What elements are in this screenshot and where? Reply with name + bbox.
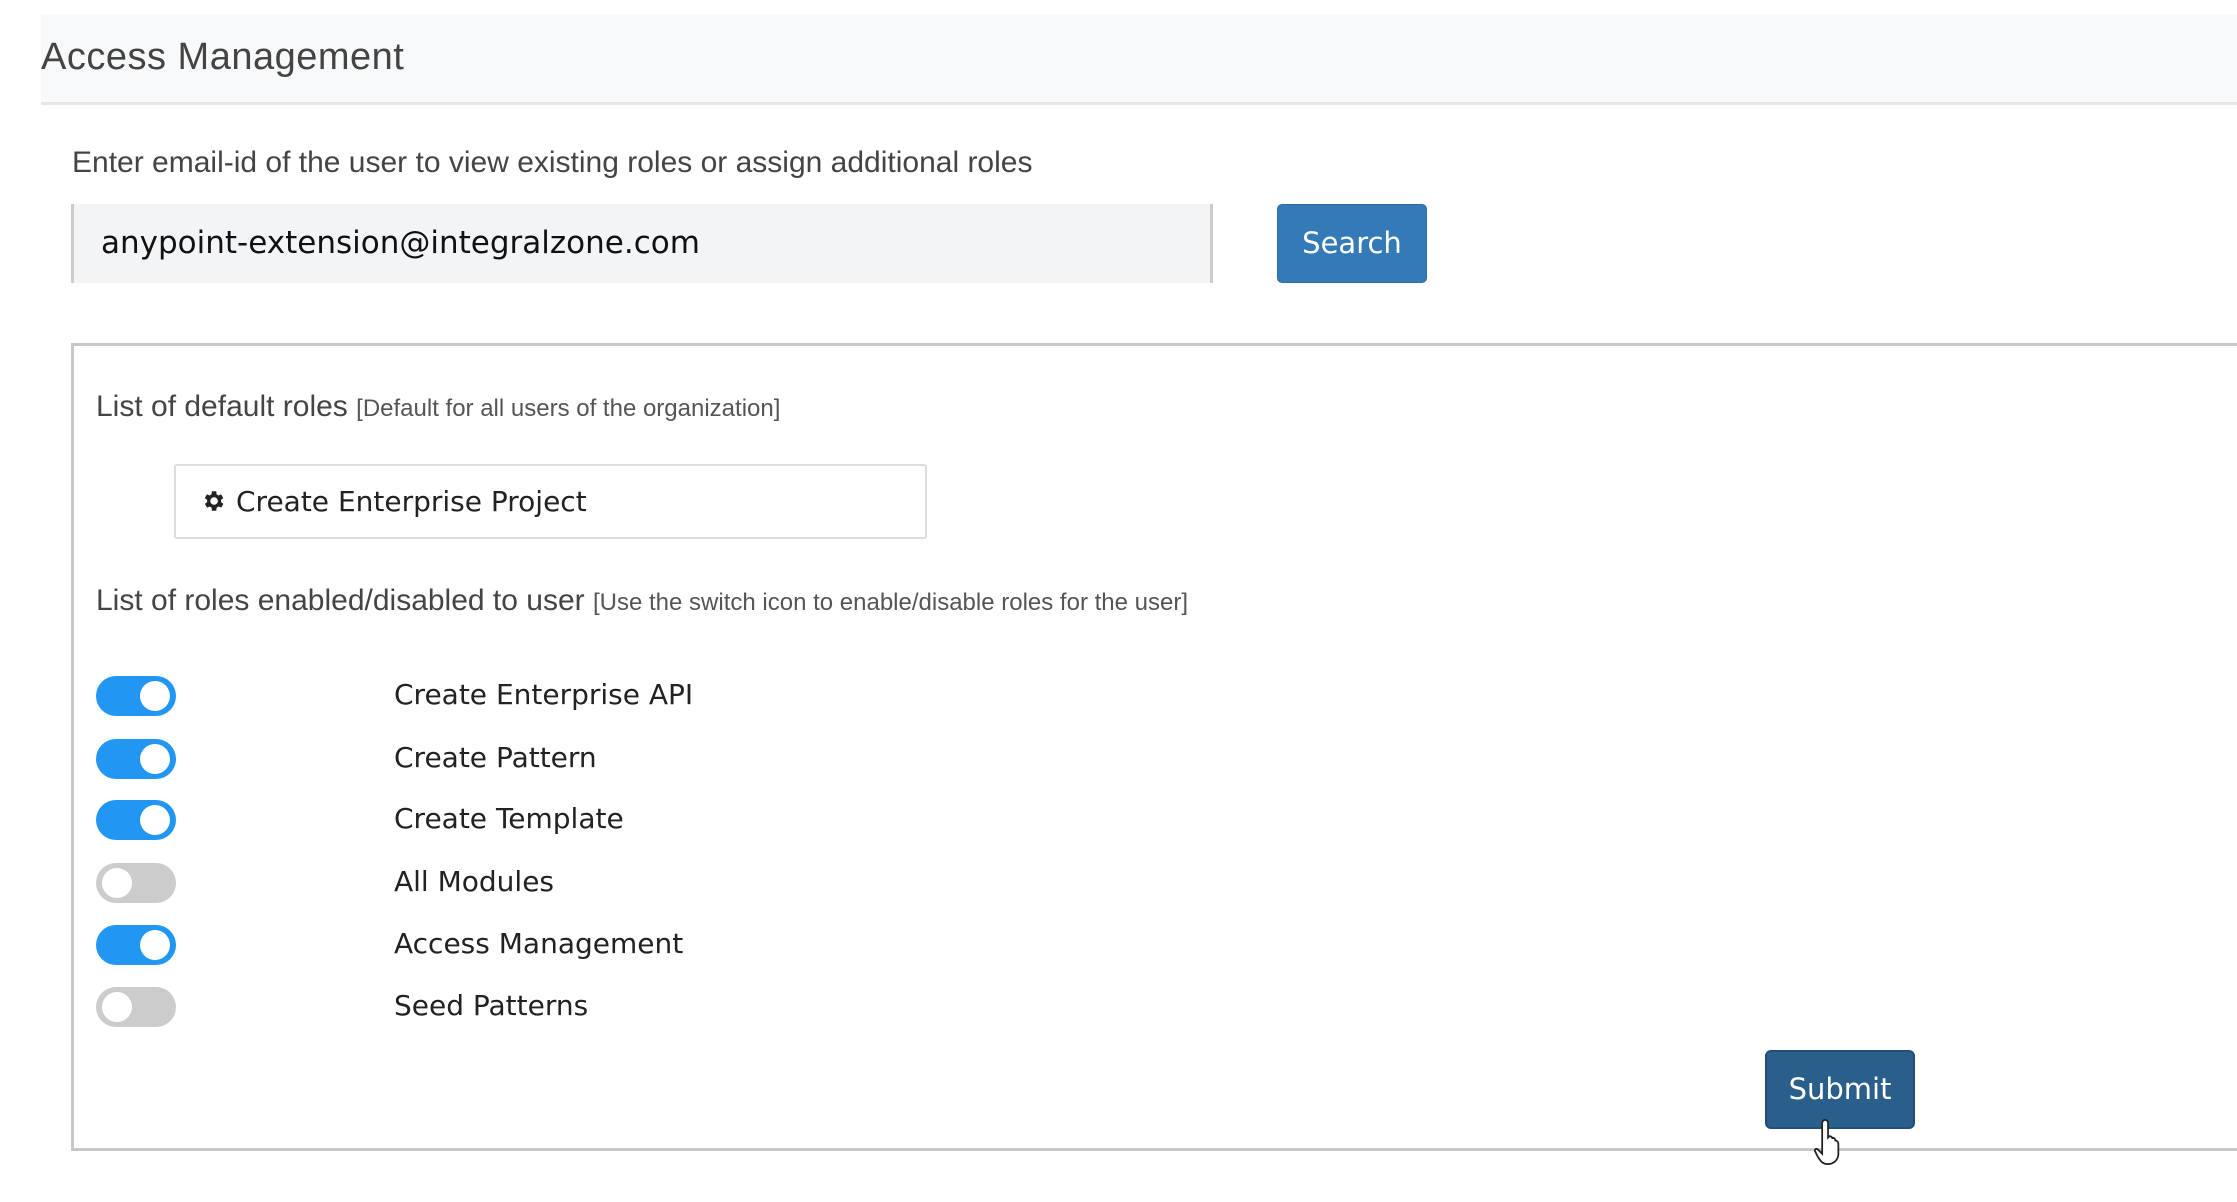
page-title: Access Management: [41, 36, 405, 78]
search-button[interactable]: Search: [1277, 204, 1427, 283]
toggle-knob: [140, 805, 170, 835]
toggle-knob: [140, 930, 170, 960]
role-row: Create Template: [96, 800, 996, 840]
role-toggle-switch[interactable]: [96, 676, 176, 716]
gear-icon: [200, 469, 228, 540]
default-roles-heading: List of default roles [Default for all u…: [96, 390, 780, 424]
email-prompt-label: Enter email-id of the user to view exist…: [72, 146, 1033, 179]
user-roles-heading-text: List of roles enabled/disabled to user: [96, 584, 585, 617]
role-toggle-switch[interactable]: [96, 739, 176, 779]
roles-panel: List of default roles [Default for all u…: [71, 343, 2237, 1151]
role-toggle-switch[interactable]: [96, 925, 176, 965]
default-role-item: Create Enterprise Project: [174, 464, 927, 539]
role-label: Access Management: [394, 927, 684, 960]
role-row: All Modules: [96, 863, 996, 903]
role-row: Create Enterprise API: [96, 676, 996, 716]
page-header: Access Management: [41, 14, 2237, 105]
role-toggle-switch[interactable]: [96, 863, 176, 903]
user-roles-note: [Use the switch icon to enable/disable r…: [593, 589, 1188, 616]
role-label: All Modules: [394, 865, 555, 898]
toggle-knob: [102, 992, 132, 1022]
role-row: Seed Patterns: [96, 987, 996, 1027]
email-input[interactable]: anypoint-extension@integralzone.com: [71, 204, 1213, 283]
role-label: Create Pattern: [394, 741, 597, 774]
default-role-label: Create Enterprise Project: [236, 485, 587, 518]
default-roles-note: [Default for all users of the organizati…: [356, 395, 781, 422]
toggle-knob: [140, 744, 170, 774]
role-label: Seed Patterns: [394, 989, 589, 1022]
toggle-knob: [102, 868, 132, 898]
role-label: Create Template: [394, 802, 624, 835]
toggle-knob: [140, 681, 170, 711]
role-label: Create Enterprise API: [394, 678, 694, 711]
role-row: Access Management: [96, 925, 996, 965]
role-row: Create Pattern: [96, 739, 996, 779]
role-toggle-switch[interactable]: [96, 800, 176, 840]
user-roles-heading: List of roles enabled/disabled to user […: [96, 584, 1188, 618]
default-roles-heading-text: List of default roles: [96, 390, 348, 423]
role-toggle-switch[interactable]: [96, 987, 176, 1027]
hand-cursor-icon: [1813, 1119, 1840, 1165]
